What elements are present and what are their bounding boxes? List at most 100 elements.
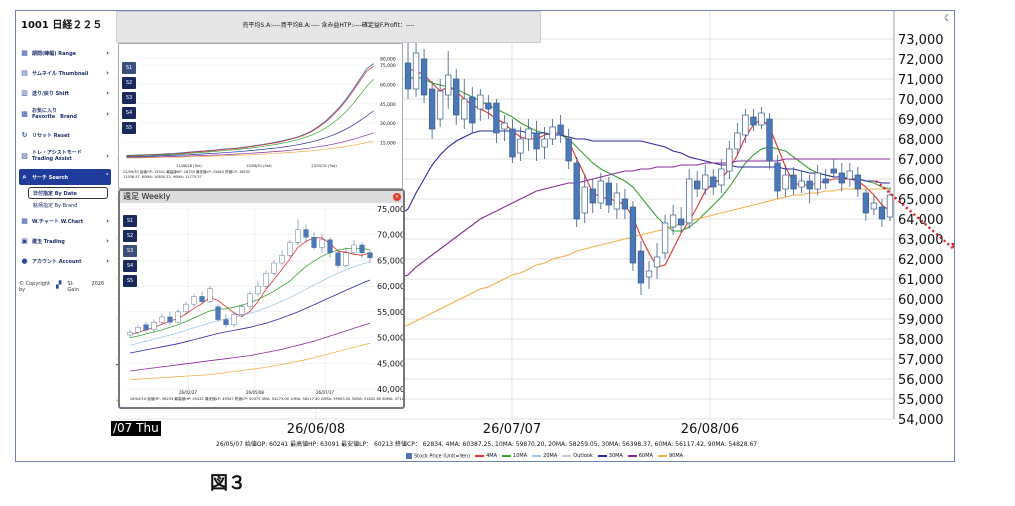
candle-body: [782, 174, 789, 190]
series-line: [126, 110, 374, 158]
app-root: 73,000 72,000 71,000 70,000 69,000 68,000 67,0…: [0, 0, 1015, 506]
legend-item[interactable]: 10MA: [502, 453, 527, 459]
x-tick-label: 23/10/31 (Tue): [311, 164, 337, 168]
brand-logo-icon: ▞: [56, 281, 62, 289]
y-tick-label: 56,000: [898, 373, 944, 388]
series-toggle-s4[interactable]: S4: [123, 260, 137, 272]
x-tick-label: 26/06/08: [287, 422, 345, 437]
star-icon: ▩: [21, 110, 28, 118]
candle-body: [557, 124, 564, 136]
sub-item-by-date[interactable]: 日付指定 By Date: [28, 187, 108, 199]
candle-body: [774, 162, 781, 192]
candle-body: [191, 296, 197, 305]
chevron-down-icon: ˅: [105, 173, 110, 181]
series-toggle-s5[interactable]: S5: [122, 122, 136, 134]
candle-body: [135, 327, 141, 333]
candle-body: [613, 192, 621, 210]
candle-body: [886, 194, 894, 218]
candle-body: [279, 255, 285, 264]
x-tick-label: 26/08/06: [681, 422, 739, 437]
candle-body: [573, 162, 580, 220]
series-toggle-s4[interactable]: S4: [122, 107, 136, 119]
series-toggle-s3[interactable]: S3: [123, 245, 137, 257]
y-tick-label: 55,000: [898, 393, 944, 408]
candle-body: [726, 148, 733, 172]
candle-body: [621, 198, 629, 210]
candle-body: [758, 112, 765, 126]
sidebar-item-search[interactable]: ⌕ サーチ Search ˅: [19, 169, 111, 185]
y-tick-label: 72,000: [898, 53, 944, 68]
y-tick-label: 57,000: [898, 353, 944, 368]
candle-body: [750, 116, 757, 126]
chevron-right-icon: ›: [106, 237, 109, 245]
series-toggle-s3[interactable]: S3: [122, 92, 136, 104]
candle-body: [509, 128, 516, 158]
sidebar-item-shift[interactable]: ▥ 送り/戻り Shift ›: [19, 83, 111, 103]
series-toggle-s2[interactable]: S2: [123, 230, 137, 242]
legend-item[interactable]: 60MA: [627, 453, 653, 460]
sidebar-item-thumbnail[interactable]: ▤ サムネイル Thumbnail ›: [19, 63, 111, 83]
sidebar-item-favorite[interactable]: ▩ お気に入り Favorite Brand ›: [19, 103, 111, 125]
series-toggle-s1[interactable]: S1: [122, 62, 136, 74]
calendar-icon: ▦: [21, 49, 28, 57]
copyright-year: 2026: [91, 281, 105, 287]
candle-body: [183, 303, 189, 313]
legend-item[interactable]: 4MA: [475, 453, 497, 459]
y-tick-label: 60,000: [898, 293, 944, 308]
candle-body: [420, 58, 428, 96]
weekly-chart[interactable]: 75,000 70,000 65,000 60,000 55,000 50,000 45,0…: [120, 203, 442, 407]
chevron-right-icon: ›: [106, 69, 109, 77]
sidebar-item-range[interactable]: ▦ 期間(峰幅) Range ›: [19, 43, 111, 63]
chevron-right-icon: ›: [106, 49, 109, 57]
series-toggle-s5[interactable]: S5: [123, 275, 137, 287]
date-flag: /07 Thu: [111, 421, 161, 436]
sub-item-by-brand[interactable]: 銘柄指定 By Brand: [19, 199, 111, 211]
y-tick-label: 75,000: [380, 63, 396, 69]
candle-body: [501, 122, 508, 130]
sidebar-item-trading[interactable]: ▣ 建玉 Trading ›: [19, 231, 111, 251]
sidebar-item-account[interactable]: ● アカウント Account ›: [19, 251, 111, 271]
candle-body: [565, 138, 572, 162]
sidebar-item-trading-assist[interactable]: ▧ トレ・アシストモード Trading Assist ›: [19, 145, 111, 167]
ma-line-4ma: [129, 237, 371, 336]
y-tick-label: 67,000: [898, 153, 944, 168]
candle-body: [661, 222, 669, 254]
legend-item[interactable]: 90MA: [657, 453, 683, 459]
monthly-mini-chart-panel[interactable]: 80,000 75,000 60,000 45,000 30,000 15,000 21/0…: [118, 43, 403, 189]
legend-item[interactable]: 30MA: [597, 453, 623, 459]
series-toggle-s1[interactable]: S1: [123, 215, 137, 227]
legend-item[interactable]: Stock Price (Unit=Yen): [406, 453, 470, 460]
candle-body: [822, 178, 829, 184]
y-tick-label: 70,000: [377, 231, 403, 240]
y-tick-label: 65,000: [898, 193, 944, 208]
legend-label: 60MA: [638, 453, 653, 460]
mini-chart[interactable]: 80,00075,000 60,000 45,000 30,000 15,000 21/0…: [119, 44, 402, 188]
y-tick-label: 30,000: [380, 121, 396, 127]
theme-toggle-icon[interactable]: ☾: [944, 14, 952, 24]
y-tick-label: 15,000: [380, 141, 396, 147]
legend-swatch: [532, 454, 542, 457]
legend-item[interactable]: 20MA: [532, 453, 557, 459]
candle-body: [862, 192, 870, 214]
candle-body: [645, 270, 653, 278]
series-toggle-s2[interactable]: S2: [122, 77, 136, 89]
grid-icon: ▤: [21, 69, 28, 77]
reset-icon: ↻: [21, 131, 28, 139]
close-icon[interactable]: ×: [393, 193, 401, 201]
sidebar-item-wchart[interactable]: ▦ W.チャート W.Chart ›: [19, 211, 111, 231]
y-tick-label: 61,000: [898, 273, 944, 288]
candle-body: [541, 138, 548, 148]
legend-item[interactable]: Outlook: [562, 453, 593, 459]
candle-body: [351, 244, 357, 253]
trading-icon: ▣: [21, 237, 28, 245]
weekly-panel-titlebar[interactable]: 週足 Weekly ×: [120, 191, 403, 203]
candle-body: [428, 88, 436, 130]
y-tick-label: 45,000: [380, 102, 396, 108]
candle-body: [412, 52, 420, 90]
y-tick-label: 60,000: [380, 82, 396, 88]
sidebar-item-reset[interactable]: ↻ リセット Reset: [19, 125, 111, 145]
y-tick-label: 40,000: [377, 385, 403, 394]
weekly-chart-panel[interactable]: 週足 Weekly × 75,000 70,000 65,000 60,000 55,0…: [118, 189, 442, 409]
candle-body: [525, 128, 532, 140]
candle-body: [581, 186, 588, 214]
